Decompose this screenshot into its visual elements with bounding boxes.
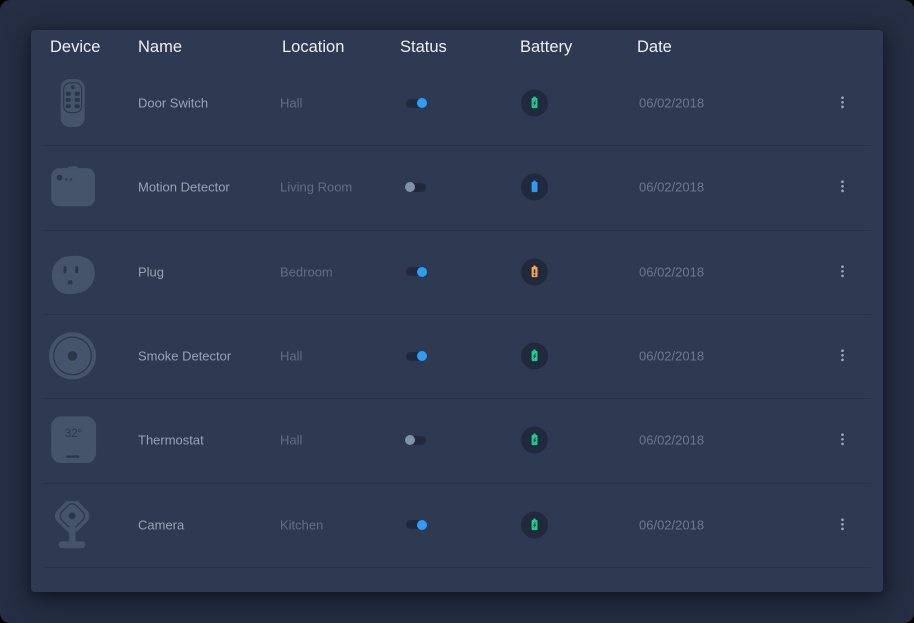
svg-text:32°: 32° [65,428,82,440]
